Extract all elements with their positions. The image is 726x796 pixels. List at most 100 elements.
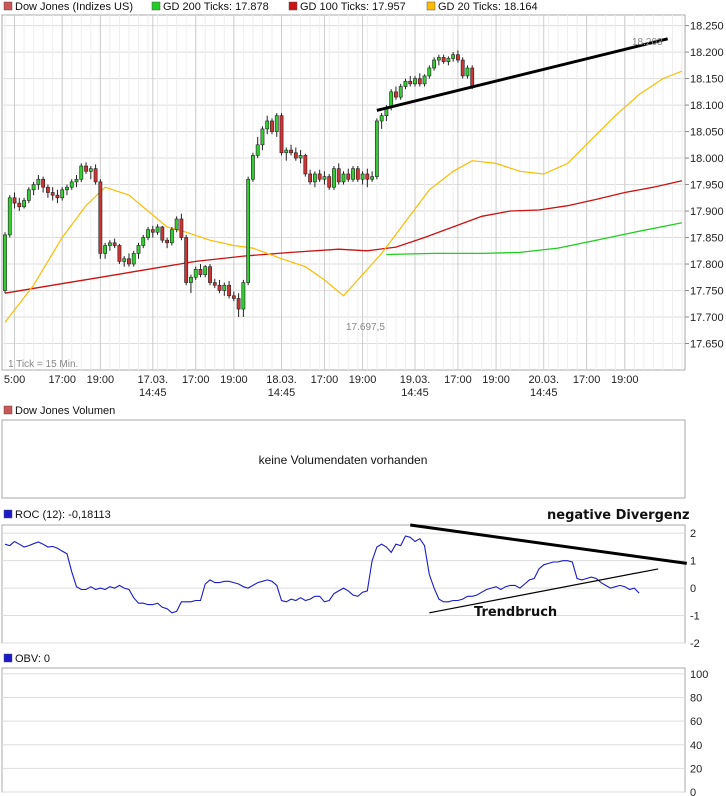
candle-body — [146, 229, 150, 238]
candle-body — [165, 239, 169, 244]
candle-body — [41, 178, 46, 188]
candle-body — [150, 229, 155, 233]
candle-body — [26, 189, 31, 201]
candle-body — [103, 245, 108, 254]
price-x-tick-sublabel: 14:45 — [530, 387, 558, 399]
candle-body — [131, 253, 136, 265]
candle-body — [260, 128, 265, 146]
candle-body — [141, 237, 146, 246]
price-x-tick-sublabel: 14:45 — [401, 387, 429, 399]
candle-body — [122, 258, 127, 262]
candle-body — [346, 173, 351, 180]
candle-body — [246, 178, 251, 283]
obv-y-tick-label: 60 — [690, 716, 702, 728]
roc-y-tick-label: 1 — [690, 556, 696, 568]
legend-swatch-gd100 — [288, 1, 298, 11]
roc-y-tick-label: 2 — [690, 528, 696, 540]
price-x-tick-label: 19:00 — [611, 374, 639, 386]
candle-body — [160, 226, 165, 241]
legend-gd200: GD 200 Ticks: 17.878 — [163, 1, 269, 13]
candle-body — [69, 181, 74, 188]
candle-body — [98, 181, 103, 254]
candle-body — [217, 284, 222, 291]
candle-body — [465, 67, 470, 77]
roc-panel: ROC (12): -0,18113 -2 -1 0 1 2 negative Dive… — [1, 508, 700, 650]
candle-body — [7, 197, 12, 236]
price-x-axis: 5:00 17:00 19:00 17.03.14:4517:00 19:00 18.03… — [4, 374, 639, 399]
candle-body — [117, 245, 122, 262]
obv-y-tick-label: 40 — [690, 740, 702, 752]
candle-body — [60, 189, 65, 199]
roc-y-tick-label: -1 — [690, 611, 700, 623]
candle-body — [193, 269, 198, 278]
candle-body — [327, 176, 332, 188]
candle-body — [127, 258, 131, 265]
candle-body — [222, 284, 227, 291]
candle-body — [231, 295, 236, 299]
price-y-tick-label: 18.100 — [690, 100, 724, 112]
volume-no-data-message: keine Volumendaten vorhanden — [259, 453, 428, 467]
candle-body — [284, 149, 289, 154]
candle-body — [22, 200, 26, 208]
candle-body — [422, 75, 427, 85]
price-y-tick-label: 18.250 — [690, 21, 724, 33]
candle-body — [279, 115, 284, 154]
price-y-tick-label: 18.000 — [690, 153, 724, 165]
candle-body — [46, 186, 50, 193]
price-x-tick-label: 19:00 — [87, 374, 115, 386]
candle-body — [65, 186, 69, 191]
candle-body — [3, 234, 7, 291]
volume-panel: Dow Jones Volumen keine Volumendaten vor… — [1, 405, 686, 499]
candle-body — [189, 276, 193, 283]
candle-body — [17, 202, 22, 208]
price-x-tick-label: 18.03. — [266, 374, 297, 386]
negative-divergence-label: negative Divergenz — [547, 508, 690, 523]
candle-body — [417, 78, 422, 85]
candle-body — [374, 120, 379, 177]
candle-body — [408, 80, 413, 85]
roc-swatch — [3, 509, 13, 519]
candle-body — [112, 242, 117, 246]
candle-body — [293, 152, 298, 159]
price-x-tick-label: 20.03. — [528, 374, 559, 386]
candle-body — [198, 269, 203, 275]
price-y-tick-label: 18.050 — [690, 127, 724, 139]
candle-body — [436, 57, 441, 61]
legend-swatch-main — [3, 1, 13, 11]
legend-swatch-gd200 — [151, 1, 161, 11]
candle-body — [50, 192, 55, 196]
legend-main: Dow Jones (Indizes US) — [15, 1, 133, 13]
candle-body — [379, 115, 384, 122]
candle-body — [308, 173, 313, 183]
candle-body — [241, 282, 246, 310]
candle-body — [31, 184, 36, 191]
price-x-tick-label: 19:00 — [349, 374, 377, 386]
candle-body — [365, 173, 370, 180]
candle-body — [174, 218, 179, 230]
candle-body — [155, 226, 160, 233]
chart-svg: Dow Jones (Indizes US) GD 200 Ticks: 17.… — [1, 1, 724, 796]
obv-plot-area — [1, 667, 686, 793]
price-x-tick-label: 19:00 — [482, 374, 510, 386]
obv-panel: OBV: 0 0 20 40 60 80 100 — [1, 653, 708, 796]
candle-body — [169, 229, 174, 244]
candle-body — [289, 149, 293, 154]
obv-y-axis: 0 20 40 60 80 100 — [690, 669, 708, 796]
price-y-tick-label: 17.900 — [690, 206, 724, 218]
low-price-label: 17.697,5 — [346, 322, 385, 333]
price-x-tick-label: 17:00 — [182, 374, 210, 386]
volume-swatch — [3, 405, 13, 415]
candle-body — [432, 59, 436, 69]
obv-y-tick-label: 20 — [690, 763, 702, 775]
candle-body — [274, 115, 279, 132]
candle-body — [336, 168, 341, 183]
candle-body — [179, 218, 184, 238]
candle-body — [203, 266, 208, 275]
price-y-tick-label: 17.950 — [690, 180, 724, 192]
candle-body — [460, 59, 465, 77]
price-y-axis: 17.650 17.700 17.750 17.800 17.850 17.900 17.9… — [685, 21, 724, 351]
candle-body — [88, 168, 93, 172]
price-x-tick-label: 17:00 — [444, 374, 472, 386]
candle-body — [236, 298, 241, 310]
obv-swatch — [3, 653, 13, 663]
